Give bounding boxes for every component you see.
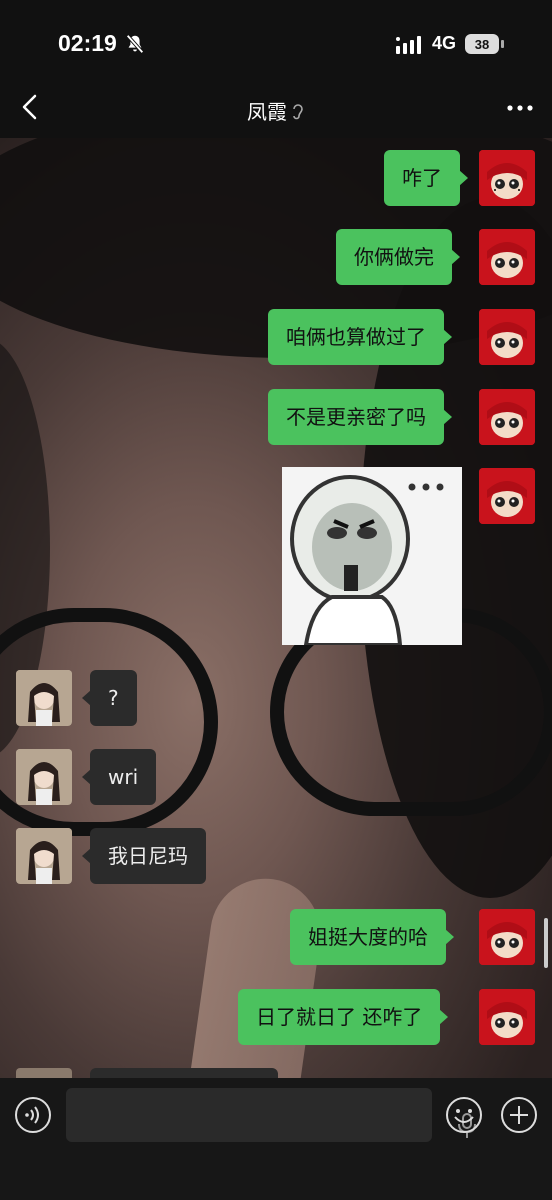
my-avatar[interactable] — [479, 389, 535, 445]
status-time: 02:19 — [58, 30, 117, 56]
my-avatar[interactable] — [479, 909, 535, 965]
bell-off-icon — [126, 34, 144, 54]
red-hair-character-icon — [479, 309, 535, 365]
red-hair-character-icon — [479, 229, 535, 285]
meme-face-sticker-icon — [282, 467, 462, 647]
chat-title: 凤霞 — [0, 96, 552, 125]
girl-photo-avatar-icon — [16, 749, 72, 805]
red-hair-character-icon — [479, 468, 535, 524]
contact-avatar-partial — [16, 1068, 72, 1078]
message-bubble-me[interactable]: 姐挺大度的哈 — [290, 909, 454, 965]
girl-photo-avatar-icon — [16, 670, 72, 726]
message-bubble-me[interactable]: 不是更亲密了吗 — [268, 389, 452, 445]
message-bubble-other[interactable]: 我日尼玛 — [82, 828, 206, 884]
message-bubble-me[interactable]: 日了就日了 还咋了 — [238, 989, 449, 1045]
scrollbar[interactable] — [544, 918, 548, 968]
my-avatar[interactable] — [479, 309, 535, 365]
my-avatar[interactable] — [479, 150, 535, 206]
chat-background-photo — [0, 138, 552, 1078]
my-avatar[interactable] — [479, 989, 535, 1045]
chat-header: 凤霞 — [0, 78, 552, 138]
my-avatar[interactable] — [479, 229, 535, 285]
sticker-image[interactable] — [282, 467, 462, 647]
plus-icon[interactable] — [500, 1096, 538, 1134]
signal-icon — [396, 36, 421, 54]
message-bubble-me[interactable]: 咋了 — [384, 150, 468, 206]
ear-icon — [293, 104, 303, 120]
status-bar: 02:19 4G 38 — [0, 0, 552, 90]
more-options-icon[interactable] — [506, 98, 534, 118]
my-avatar[interactable] — [479, 468, 535, 524]
girl-photo-avatar-icon — [16, 828, 72, 884]
contact-name: 凤霞 — [247, 100, 287, 124]
message-text-input[interactable] — [66, 1088, 476, 1142]
message-bubble-me[interactable]: 咱俩也算做过了 — [268, 309, 452, 365]
message-bubble-partial — [90, 1068, 278, 1078]
red-hair-character-icon — [479, 909, 535, 965]
bg-finger — [182, 871, 328, 1078]
network-type: 4G — [432, 33, 457, 53]
contact-avatar[interactable] — [16, 749, 72, 805]
message-bubble-other[interactable]: ? — [82, 670, 137, 726]
chat-input-bar — [0, 1078, 552, 1200]
message-bubble-other[interactable]: wri — [81, 749, 157, 805]
battery-tip — [501, 40, 504, 48]
red-hair-character-icon — [479, 150, 535, 206]
red-hair-character-icon — [479, 389, 535, 445]
contact-avatar[interactable] — [16, 828, 72, 884]
battery-icon: 38 — [465, 34, 499, 54]
voice-input-icon[interactable] — [14, 1096, 52, 1134]
emoji-icon[interactable] — [445, 1096, 483, 1134]
contact-avatar[interactable] — [16, 670, 72, 726]
message-bubble-me[interactable]: 你俩做完 — [336, 229, 460, 285]
battery-level: 38 — [474, 36, 490, 52]
red-hair-character-icon — [479, 989, 535, 1045]
